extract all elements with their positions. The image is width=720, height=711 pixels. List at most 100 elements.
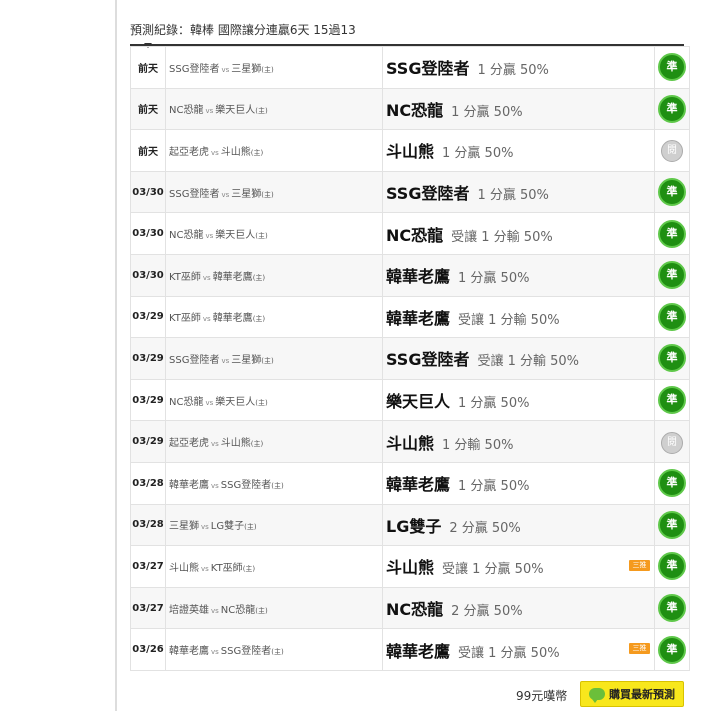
page-title: 預測紀錄：韓棒 國際讓分連贏6天 15過13 — [130, 23, 356, 37]
check-badge-icon: 準 — [658, 261, 686, 290]
pick-team: 斗山熊 — [386, 433, 435, 453]
row-pick: SSG登陸者 1 分贏 50% — [382, 170, 655, 214]
table-row: 03/29 NC恐龍 vs 樂天巨人(主) 樂天巨人 1 分贏 50% 準 — [130, 378, 690, 422]
row-date: 03/27 — [130, 586, 166, 630]
pick-team: 韓華老鷹 — [386, 475, 451, 495]
row-matchup[interactable]: KT巫師 vs 韓華老鷹(主) — [165, 253, 383, 297]
row-pick: 斗山熊 1 分輸 50% — [382, 420, 655, 463]
pick-odds: 2 分贏 50% — [451, 604, 523, 620]
vs-label: vs — [202, 315, 211, 324]
row-date: 03/30 — [130, 253, 166, 297]
row-pick: 韓華老鷹 1 分贏 50% — [382, 253, 655, 297]
row-matchup[interactable]: NC恐龍 vs 樂天巨人(主) — [165, 378, 383, 422]
row-result: 準 — [654, 503, 690, 547]
home-team: 三星獅 — [231, 63, 262, 75]
table-row: 03/28 韓華老鷹 vs SSG登陸者(主) 韓華老鷹 1 分贏 50% 準 — [130, 461, 690, 505]
row-result: 準 — [654, 46, 690, 89]
row-date: 前天 — [130, 129, 166, 172]
home-tag: (主) — [250, 440, 264, 449]
row-result: 準 — [654, 337, 690, 380]
home-tag: (主) — [250, 148, 264, 157]
row-matchup[interactable]: SSG登陸者 vs 三星獅(主) — [165, 337, 383, 380]
table-row: 03/28 三星獅 vs LG雙子(主) LG雙子 2 分贏 50% 準 — [130, 503, 690, 547]
vs-label: vs — [211, 440, 219, 449]
table-row: 前天 SSG登陸者 vs 三星獅(主) SSG登陸者 1 分贏 50% 準 — [130, 46, 690, 89]
row-date: 03/29 — [130, 420, 166, 463]
row-date: 03/29 — [130, 295, 166, 339]
pick-odds: 1 分贏 50% — [458, 479, 530, 495]
pick-team: SSG登陸者 — [386, 184, 470, 204]
price-label: 99元嘆幣 — [516, 689, 568, 703]
row-date: 03/28 — [130, 503, 166, 547]
row-result: 準 — [654, 212, 690, 255]
away-team: NC恐龍 — [169, 105, 204, 117]
row-matchup[interactable]: SSG登陸者 vs 三星獅(主) — [165, 46, 383, 89]
row-matchup[interactable]: 斗山熊 vs KT巫師(主) — [165, 545, 383, 588]
row-matchup[interactable]: KT巫師 vs 韓華老鷹(主) — [165, 295, 383, 339]
check-badge-icon: 準 — [658, 53, 686, 82]
home-tag: (主) — [271, 648, 284, 657]
table-row: 03/27 斗山熊 vs KT巫師(主) 斗山熊 受讓 1 分贏 50% 三推準 — [130, 545, 690, 588]
row-result: 閱 — [654, 420, 690, 463]
row-date: 03/26 — [130, 628, 166, 671]
table-row: 03/27 培證英雄 vs NC恐龍(主) NC恐龍 2 分贏 50% 準 — [130, 586, 690, 630]
row-matchup[interactable]: NC恐龍 vs 樂天巨人(主) — [165, 87, 383, 131]
row-matchup[interactable]: 韓華老鷹 vs SSG登陸者(主) — [165, 461, 383, 505]
pick-team: 斗山熊 — [386, 142, 435, 162]
row-pick: 韓華老鷹 受讓 1 分輸 50% — [382, 295, 655, 339]
table-row: 03/29 KT巫師 vs 韓華老鷹(主) 韓華老鷹 受讓 1 分輸 50% 準 — [130, 295, 690, 339]
row-matchup[interactable]: SSG登陸者 vs 三星獅(主) — [165, 170, 383, 214]
push-badge-icon: 閱 — [661, 431, 683, 454]
check-badge-icon: 準 — [658, 386, 686, 415]
away-team: NC恐龍 — [169, 230, 204, 242]
vs-label: vs — [221, 65, 230, 74]
pick-team: LG雙子 — [386, 516, 442, 536]
home-team: 韓華老鷹 — [212, 271, 253, 283]
check-badge-icon: 準 — [658, 510, 686, 539]
row-matchup[interactable]: 起亞老虎 vs 斗山熊(主) — [165, 129, 383, 172]
row-pick: 樂天巨人 1 分贏 50% — [382, 378, 655, 422]
row-pick: NC恐龍 1 分贏 50% — [382, 87, 655, 131]
pick-team: 斗山熊 — [386, 558, 435, 578]
pick-team: 韓華老鷹 — [386, 267, 451, 287]
row-pick: SSG登陸者 受讓 1 分輸 50% — [382, 337, 655, 380]
row-result: 準 — [654, 378, 690, 422]
row-matchup[interactable]: 三星獅 vs LG雙子(主) — [165, 503, 383, 547]
home-team: NC恐龍 — [220, 604, 256, 616]
home-team: 三星獅 — [231, 354, 262, 366]
row-matchup[interactable]: 起亞老虎 vs 斗山熊(主) — [165, 420, 383, 463]
home-tag: (主) — [255, 107, 268, 116]
row-result: 準 — [654, 253, 690, 297]
pick-team: NC恐龍 — [386, 100, 444, 120]
vs-label: vs — [205, 232, 214, 241]
row-matchup[interactable]: 培證英雄 vs NC恐龍(主) — [165, 586, 383, 630]
home-tag: (主) — [261, 65, 274, 74]
vs-label: vs — [205, 107, 214, 116]
row-pick: SSG登陸者 1 分贏 50% — [382, 46, 655, 89]
home-team: 韓華老鷹 — [212, 313, 253, 325]
away-team: 起亞老虎 — [169, 146, 209, 158]
away-team: SSG登陸者 — [169, 188, 220, 200]
prediction-record-table: 前天 SSG登陸者 vs 三星獅(主) SSG登陸者 1 分贏 50% 準前天 NC恐龍 vs 樂… — [130, 46, 690, 671]
row-matchup[interactable]: 韓華老鷹 vs SSG登陸者(主) — [165, 628, 383, 671]
check-badge-icon: 準 — [658, 178, 686, 207]
push-badge-icon: 閱 — [661, 140, 683, 163]
row-matchup[interactable]: NC恐龍 vs 樂天巨人(主) — [165, 212, 383, 255]
table-row: 03/29 SSG登陸者 vs 三星獅(主) SSG登陸者 受讓 1 分輸 50% 準 — [130, 337, 690, 380]
check-badge-icon: 準 — [658, 469, 686, 498]
home-tag: (主) — [252, 315, 266, 324]
row-result: 準 — [654, 170, 690, 214]
vs-label: vs — [221, 356, 230, 365]
vs-label: vs — [211, 606, 219, 615]
check-badge-icon: 準 — [658, 94, 686, 123]
pick-team: 樂天巨人 — [386, 392, 451, 412]
vs-label: vs — [221, 190, 230, 199]
away-team: NC恐龍 — [169, 396, 204, 408]
away-team: KT巫師 — [169, 271, 201, 283]
table-row: 03/30 SSG登陸者 vs 三星獅(主) SSG登陸者 1 分贏 50% 準 — [130, 170, 690, 214]
home-team: 樂天巨人 — [215, 230, 256, 242]
buy-latest-prediction-button[interactable]: 購買最新預測 — [580, 681, 684, 707]
home-tag: (主) — [261, 356, 274, 365]
home-team: 斗山熊 — [220, 146, 251, 158]
row-pick: 斗山熊 1 分贏 50% — [382, 129, 655, 172]
